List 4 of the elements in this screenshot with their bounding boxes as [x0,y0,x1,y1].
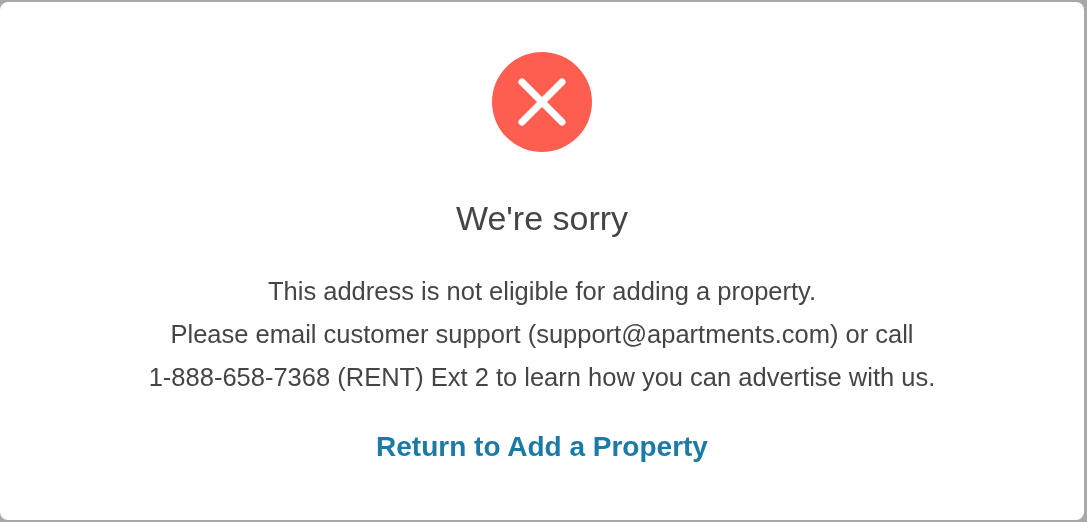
error-icon [492,52,592,152]
dialog-title: We're sorry [455,198,629,239]
dialog-message: This address is not eligible for adding a property. Please email customer support (support@apartments.com) or call 1-888-658-7368 (RENT) Ext 2 to learn how you can advertise with us. [148,276,936,393]
return-link[interactable]: Return to Add a Property [376,429,708,465]
